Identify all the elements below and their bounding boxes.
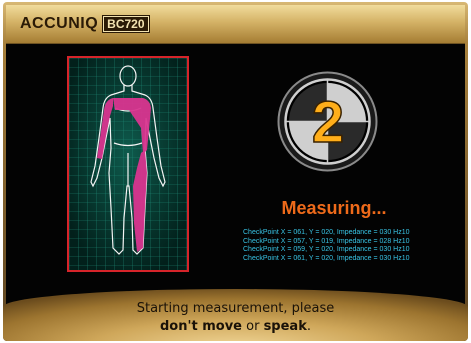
instruction-line-2: don't move or speak. [0, 318, 471, 336]
checkpoint-line: CheckPoint X = 061, Y = 020, Impedance =… [243, 254, 410, 262]
model-badge: BC720 [102, 15, 150, 33]
body-figure-graphic [69, 58, 187, 270]
countdown-dial: 2 [277, 71, 378, 172]
instruction-speak: speak [263, 319, 307, 334]
instruction-dont-move: don't move [160, 319, 242, 334]
countdown-digit: 2 [312, 90, 344, 155]
device-screen: ACCUNIQ BC720 2 Measuring... CheckPoint … [0, 0, 471, 343]
header-bar: ACCUNIQ BC720 [6, 5, 465, 44]
brand-logo: ACCUNIQ BC720 [20, 15, 150, 33]
instruction-line-1: Starting measurement, please [136, 301, 335, 316]
checkpoint-line: CheckPoint X = 057, Y = 019, Impedance =… [243, 237, 410, 245]
body-figure-panel [67, 56, 189, 272]
checkpoint-log: CheckPoint X = 061, Y = 020, Impedance =… [243, 229, 463, 263]
brand-name: ACCUNIQ [20, 15, 99, 32]
instruction-end: . [306, 319, 311, 334]
checkpoint-line: CheckPoint X = 061, Y = 020, Impedance =… [243, 229, 410, 236]
instruction-message: Starting measurement, please don't move … [0, 300, 471, 336]
instruction-or: or [241, 319, 264, 334]
checkpoint-line: CheckPoint X = 059, Y = 020, Impedance =… [243, 246, 410, 253]
status-title: Measuring... [281, 198, 387, 218]
